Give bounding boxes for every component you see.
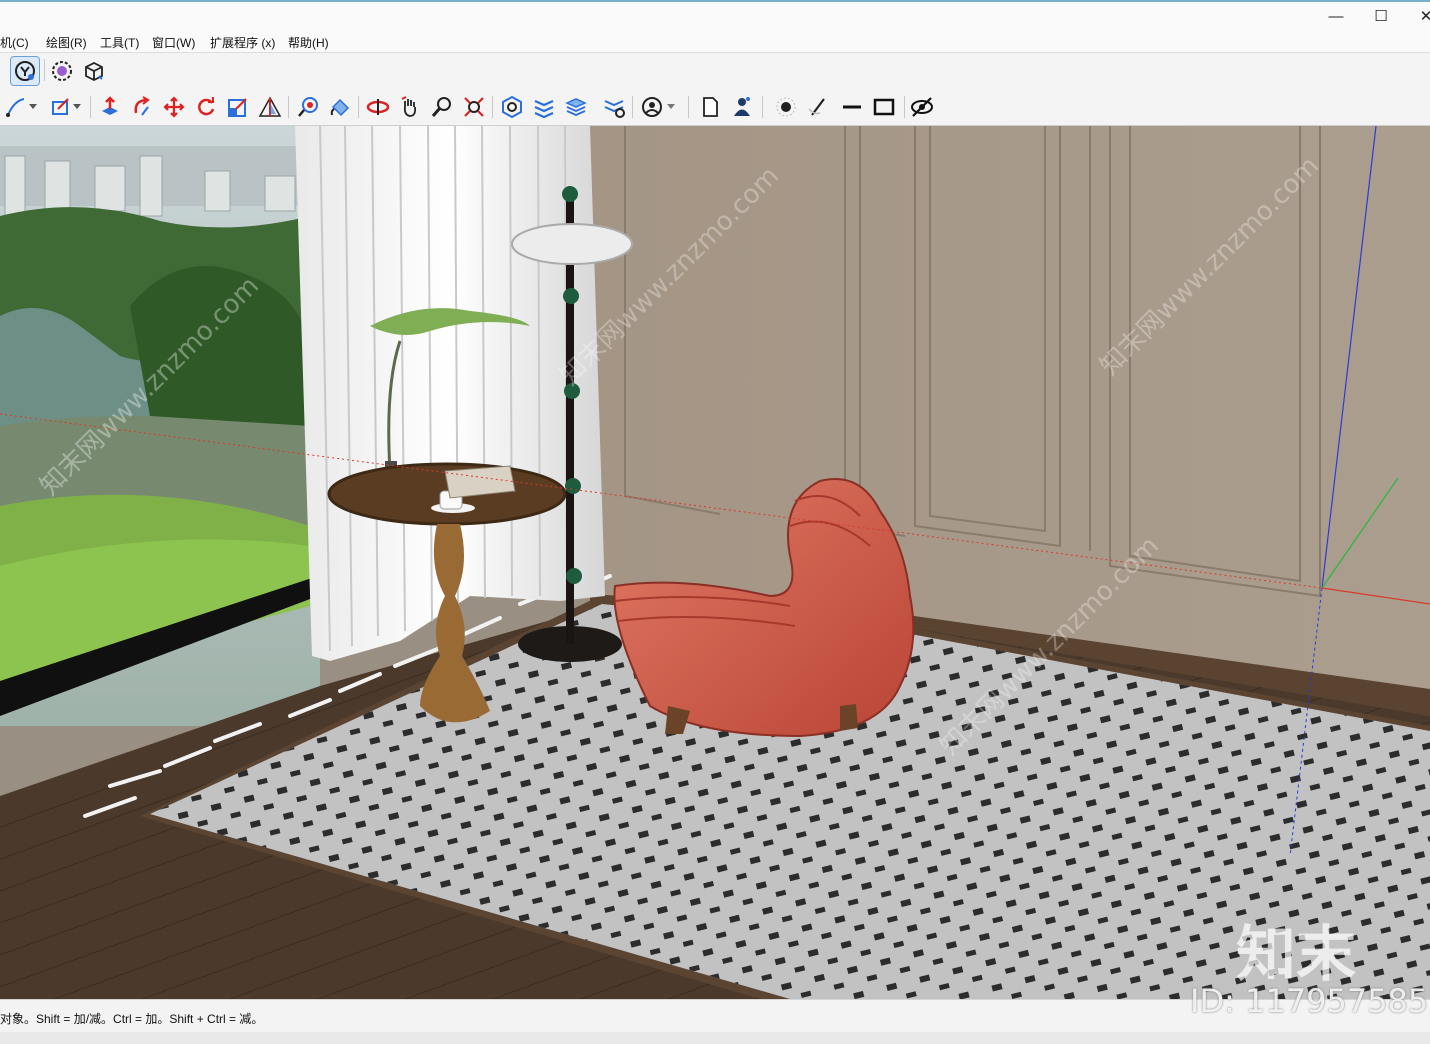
orbit-icon[interactable] [364, 93, 392, 121]
menu-window[interactable]: 窗口(W) [152, 34, 195, 51]
user-account-icon[interactable] [638, 93, 666, 121]
bottom-strip [0, 1032, 1430, 1044]
line-weight-icon[interactable] [838, 93, 866, 121]
paint-bucket-icon[interactable] [326, 93, 354, 121]
push-pull-icon[interactable] [96, 93, 124, 121]
sandbox-icon[interactable] [498, 93, 526, 121]
layers-icon[interactable] [562, 93, 590, 121]
close-button[interactable]: ✕ [1406, 4, 1430, 30]
chevron-down-icon[interactable] [26, 93, 40, 121]
point-icon[interactable] [772, 93, 800, 121]
brand-watermark: 知末 [1236, 920, 1356, 990]
toolbar-grip-icon [0, 57, 2, 85]
menu-camera[interactable]: 相机(C) [0, 34, 29, 51]
pencil-icon[interactable] [804, 93, 832, 121]
maximize-button[interactable]: ☐ [1361, 4, 1401, 30]
model-viewport[interactable]: 知末网www.znzmo.com 知末网www.znzmo.com 知末网www… [0, 126, 1430, 999]
chevron-down-icon[interactable] [664, 93, 678, 121]
select-tool-icon[interactable] [10, 56, 40, 86]
person-icon[interactable] [728, 93, 756, 121]
styles-icon[interactable] [600, 93, 628, 121]
pan-icon[interactable] [396, 93, 424, 121]
menu-tools[interactable]: 工具(T) [100, 34, 139, 51]
chevron-down-icon[interactable] [70, 93, 84, 121]
title-bar: — ☐ ✕ [0, 0, 1430, 30]
toolbar-main [0, 52, 1430, 89]
menu-help[interactable]: 帮助(H) [288, 34, 329, 51]
move-icon[interactable] [160, 93, 188, 121]
lamp-shade [511, 223, 633, 265]
toolbar-tools [0, 88, 1430, 126]
component-icon[interactable] [48, 57, 76, 85]
menu-bar: 相机(C) 绘图(R) 工具(T) 窗口(W) 扩展程序 (x) 帮助(H) [0, 30, 1430, 52]
hidden-geometry-icon[interactable] [908, 93, 936, 121]
status-hint: 对象。Shift = 加/减。Ctrl = 加。Shift + Ctrl = 减… [0, 1012, 264, 1026]
frame-icon[interactable] [870, 93, 898, 121]
new-file-icon[interactable] [696, 93, 724, 121]
zoom-icon[interactable] [428, 93, 456, 121]
warehouse-icon[interactable] [80, 57, 108, 85]
rotate-icon[interactable] [192, 93, 220, 121]
follow-me-icon[interactable] [128, 93, 156, 121]
section-plane-icon[interactable] [530, 93, 558, 121]
zoom-extents-icon[interactable] [460, 93, 488, 121]
menu-draw[interactable]: 绘图(R) [46, 34, 87, 51]
minimize-button[interactable]: — [1316, 4, 1356, 30]
id-watermark: ID: 1179575851 [1190, 982, 1430, 1020]
menu-extensions[interactable]: 扩展程序 (x) [210, 34, 275, 51]
tape-measure-icon[interactable] [294, 93, 322, 121]
offset-icon[interactable] [256, 93, 284, 121]
scale-icon[interactable] [224, 93, 252, 121]
